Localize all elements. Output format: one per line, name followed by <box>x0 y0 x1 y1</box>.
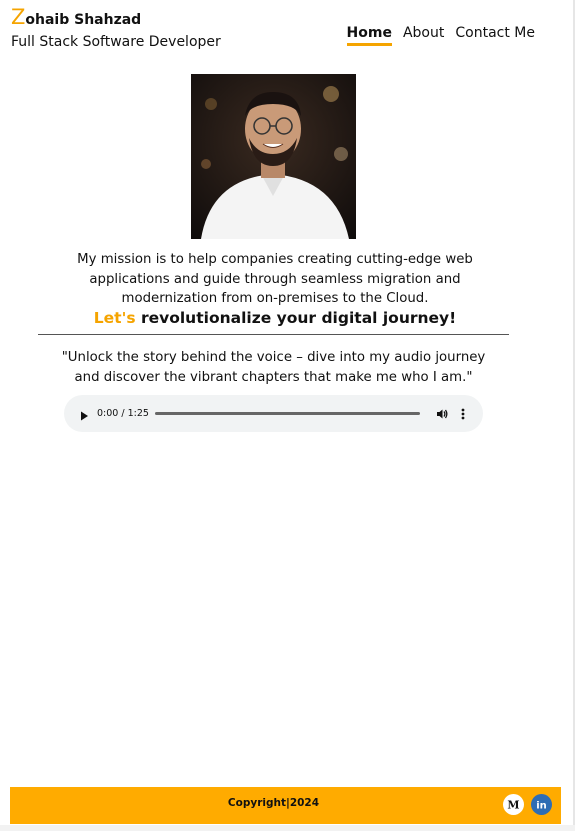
divider <box>38 334 509 335</box>
linkedin-icon[interactable]: in <box>531 794 552 815</box>
audio-quote: "Unlock the story behind the voice – div… <box>61 350 486 385</box>
nav-about-link[interactable]: About <box>403 24 444 46</box>
brand-initial: Z <box>11 5 26 29</box>
volume-icon[interactable] <box>435 406 449 420</box>
brand-subtitle: Full Stack Software Developer <box>11 34 221 50</box>
nav-contact-link[interactable]: Contact Me <box>455 24 535 46</box>
medium-icon[interactable]: M <box>503 794 524 815</box>
audio-time: 0:00 / 1:25 <box>97 408 149 419</box>
tagline-rest: revolutionalize your digital journey! <box>135 309 457 327</box>
tagline-accent: Let's <box>93 309 136 327</box>
more-options-icon[interactable] <box>458 406 468 420</box>
nav-home-link[interactable]: Home <box>346 24 392 46</box>
mission-statement: My mission is to help companies creating… <box>77 252 473 306</box>
audio-player[interactable]: 0:00 / 1:25 <box>64 395 483 432</box>
svg-text:in: in <box>536 801 547 812</box>
play-icon[interactable] <box>78 407 90 421</box>
footer: Copyright|2024 M in <box>10 787 561 824</box>
page-bottom-edge <box>0 825 575 831</box>
main-nav: Home About Contact Me <box>346 24 535 46</box>
audio-progress-track[interactable] <box>155 412 420 415</box>
tagline: Let's revolutionalize your digital journ… <box>40 307 510 329</box>
profile-photo <box>191 74 356 239</box>
svg-text:M: M <box>507 799 519 812</box>
brand-name: Zohaib Shahzad <box>11 6 221 31</box>
copyright: Copyright|2024 <box>227 797 320 809</box>
brand: Zohaib Shahzad Full Stack Software Devel… <box>11 6 221 53</box>
brand-name-rest: ohaib Shahzad <box>25 12 142 28</box>
